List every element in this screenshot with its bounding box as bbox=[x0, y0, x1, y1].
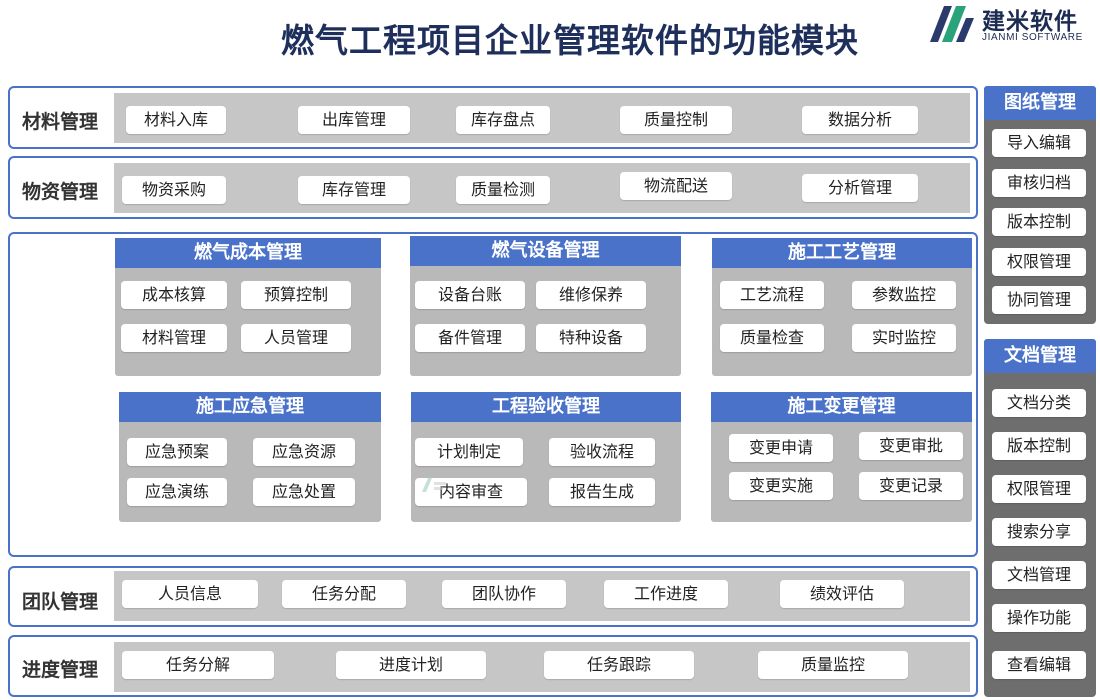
progress-item[interactable]: 任务跟踪 bbox=[544, 651, 694, 679]
document-management-sidebar: 文档管理 文档分类 版本控制 权限管理 搜索分享 文档管理 操作功能 查看编辑 bbox=[984, 339, 1096, 697]
card-gas-equipment: 燃气设备管理 设备台账 维修保养 备件管理 特种设备 bbox=[410, 236, 681, 376]
document-item[interactable]: 文档分类 bbox=[992, 389, 1086, 417]
page-title: 燃气工程项目企业管理软件的功能模块 bbox=[281, 21, 859, 60]
progress-item[interactable]: 任务分解 bbox=[122, 651, 274, 679]
card-construction-change: 施工变更管理 变更申请 变更审批 变更实施 变更记录 bbox=[711, 392, 972, 522]
side-title: 文档管理 bbox=[984, 339, 1096, 373]
document-item[interactable]: 搜索分享 bbox=[992, 518, 1086, 546]
material-item[interactable]: 出库管理 bbox=[298, 106, 410, 134]
card-title: 工程验收管理 bbox=[411, 392, 681, 422]
drawing-management-sidebar: 图纸管理 导入编辑 审核归档 版本控制 权限管理 协同管理 bbox=[984, 86, 1096, 324]
card-title: 施工工艺管理 bbox=[712, 238, 972, 268]
card-item[interactable]: 维修保养 bbox=[536, 281, 646, 309]
team-item[interactable]: 任务分配 bbox=[282, 580, 406, 608]
supplies-item[interactable]: 分析管理 bbox=[802, 174, 918, 202]
row-label-supplies: 物资管理 bbox=[22, 181, 99, 203]
document-item[interactable]: 权限管理 bbox=[992, 475, 1086, 503]
material-item[interactable]: 库存盘点 bbox=[456, 106, 550, 134]
drawing-item[interactable]: 审核归档 bbox=[992, 169, 1086, 197]
row-track-material: 材料入库 出库管理 库存盘点 质量控制 数据分析 bbox=[114, 93, 970, 143]
card-construction-emergency: 施工应急管理 应急预案 应急资源 应急演练 应急处置 bbox=[119, 392, 381, 522]
card-item[interactable]: 预算控制 bbox=[241, 281, 351, 309]
card-item[interactable]: 变更申请 bbox=[729, 434, 833, 462]
card-item[interactable]: 工艺流程 bbox=[720, 281, 824, 309]
document-item[interactable]: 查看编辑 bbox=[992, 651, 1086, 679]
card-item[interactable]: 应急预案 bbox=[127, 438, 227, 466]
card-item[interactable]: 变更记录 bbox=[859, 472, 963, 500]
logo-name-cn: 建米软件 bbox=[982, 8, 1078, 35]
core-modules-panel: 燃气成本管理 成本核算 预算控制 材料管理 人员管理 燃气设备管理 设备台账 维… bbox=[8, 232, 978, 557]
supplies-item[interactable]: 物资采购 bbox=[122, 176, 226, 204]
card-item[interactable]: 特种设备 bbox=[536, 324, 646, 352]
card-item[interactable]: 应急资源 bbox=[253, 438, 355, 466]
supplies-item[interactable]: 质量检测 bbox=[456, 176, 550, 204]
card-item[interactable]: 应急演练 bbox=[127, 478, 227, 506]
card-item[interactable]: 人员管理 bbox=[241, 324, 351, 352]
card-title: 施工变更管理 bbox=[711, 392, 972, 422]
card-item[interactable]: 材料管理 bbox=[121, 324, 227, 352]
card-item[interactable]: 备件管理 bbox=[415, 324, 525, 352]
material-management-panel: 材料管理 材料入库 出库管理 库存盘点 质量控制 数据分析 bbox=[8, 86, 978, 149]
logo-name-en: JIANMI SOFTWARE bbox=[982, 32, 1083, 43]
card-item[interactable]: 变更实施 bbox=[729, 472, 833, 500]
row-track-progress: 任务分解 进度计划 任务跟踪 质量监控 bbox=[114, 642, 970, 692]
team-management-panel: 团队管理 人员信息 任务分配 团队协作 工作进度 绩效评估 bbox=[8, 566, 978, 627]
material-item[interactable]: 材料入库 bbox=[126, 106, 226, 134]
team-item[interactable]: 工作进度 bbox=[604, 580, 728, 608]
drawing-item[interactable]: 版本控制 bbox=[992, 208, 1086, 236]
card-item[interactable]: 验收流程 bbox=[549, 438, 655, 466]
drawing-item[interactable]: 权限管理 bbox=[992, 248, 1086, 276]
brand-logo: 建米软件 JIANMI SOFTWARE bbox=[926, 2, 1098, 48]
side-title: 图纸管理 bbox=[984, 86, 1096, 120]
watermark-icon bbox=[422, 478, 446, 492]
row-label-material: 材料管理 bbox=[22, 111, 99, 133]
team-item[interactable]: 人员信息 bbox=[122, 580, 258, 608]
card-item[interactable]: 变更审批 bbox=[859, 432, 963, 460]
card-construction-process: 施工工艺管理 工艺流程 参数监控 质量检查 实时监控 bbox=[712, 238, 972, 376]
card-item[interactable]: 实时监控 bbox=[852, 324, 956, 352]
supplies-management-panel: 物资管理 物资采购 库存管理 质量检测 物流配送 分析管理 bbox=[8, 156, 978, 219]
card-item[interactable]: 质量检查 bbox=[720, 324, 824, 352]
document-item[interactable]: 操作功能 bbox=[992, 604, 1086, 632]
drawing-item[interactable]: 导入编辑 bbox=[992, 129, 1086, 157]
card-title: 施工应急管理 bbox=[119, 392, 381, 422]
card-item[interactable]: 计划制定 bbox=[415, 438, 523, 466]
card-gas-cost: 燃气成本管理 成本核算 预算控制 材料管理 人员管理 bbox=[115, 238, 381, 376]
document-item[interactable]: 文档管理 bbox=[992, 561, 1086, 589]
team-item[interactable]: 团队协作 bbox=[442, 580, 566, 608]
supplies-item[interactable]: 库存管理 bbox=[298, 176, 410, 204]
row-track-team: 人员信息 任务分配 团队协作 工作进度 绩效评估 bbox=[114, 571, 970, 621]
progress-item[interactable]: 进度计划 bbox=[336, 651, 486, 679]
row-track-supplies: 物资采购 库存管理 质量检测 物流配送 分析管理 bbox=[114, 163, 970, 213]
document-item[interactable]: 版本控制 bbox=[992, 432, 1086, 460]
card-item[interactable]: 成本核算 bbox=[121, 281, 227, 309]
card-item[interactable]: 报告生成 bbox=[549, 478, 655, 506]
material-item[interactable]: 数据分析 bbox=[802, 106, 918, 134]
material-item[interactable]: 质量控制 bbox=[620, 106, 732, 134]
jianmi-logo-icon bbox=[930, 6, 974, 42]
supplies-item[interactable]: 物流配送 bbox=[620, 172, 732, 200]
progress-management-panel: 进度管理 任务分解 进度计划 任务跟踪 质量监控 bbox=[8, 635, 978, 697]
team-item[interactable]: 绩效评估 bbox=[780, 580, 904, 608]
card-item[interactable]: 参数监控 bbox=[852, 281, 956, 309]
card-item[interactable]: 设备台账 bbox=[415, 281, 525, 309]
card-title: 燃气成本管理 bbox=[115, 238, 381, 268]
row-label-progress: 进度管理 bbox=[22, 659, 99, 681]
drawing-item[interactable]: 协同管理 bbox=[992, 286, 1086, 314]
card-item[interactable]: 应急处置 bbox=[253, 478, 355, 506]
progress-item[interactable]: 质量监控 bbox=[758, 651, 908, 679]
card-title: 燃气设备管理 bbox=[410, 236, 681, 266]
card-acceptance: 工程验收管理 计划制定 验收流程 内容审查 报告生成 bbox=[411, 392, 681, 522]
row-label-team: 团队管理 bbox=[22, 591, 99, 613]
